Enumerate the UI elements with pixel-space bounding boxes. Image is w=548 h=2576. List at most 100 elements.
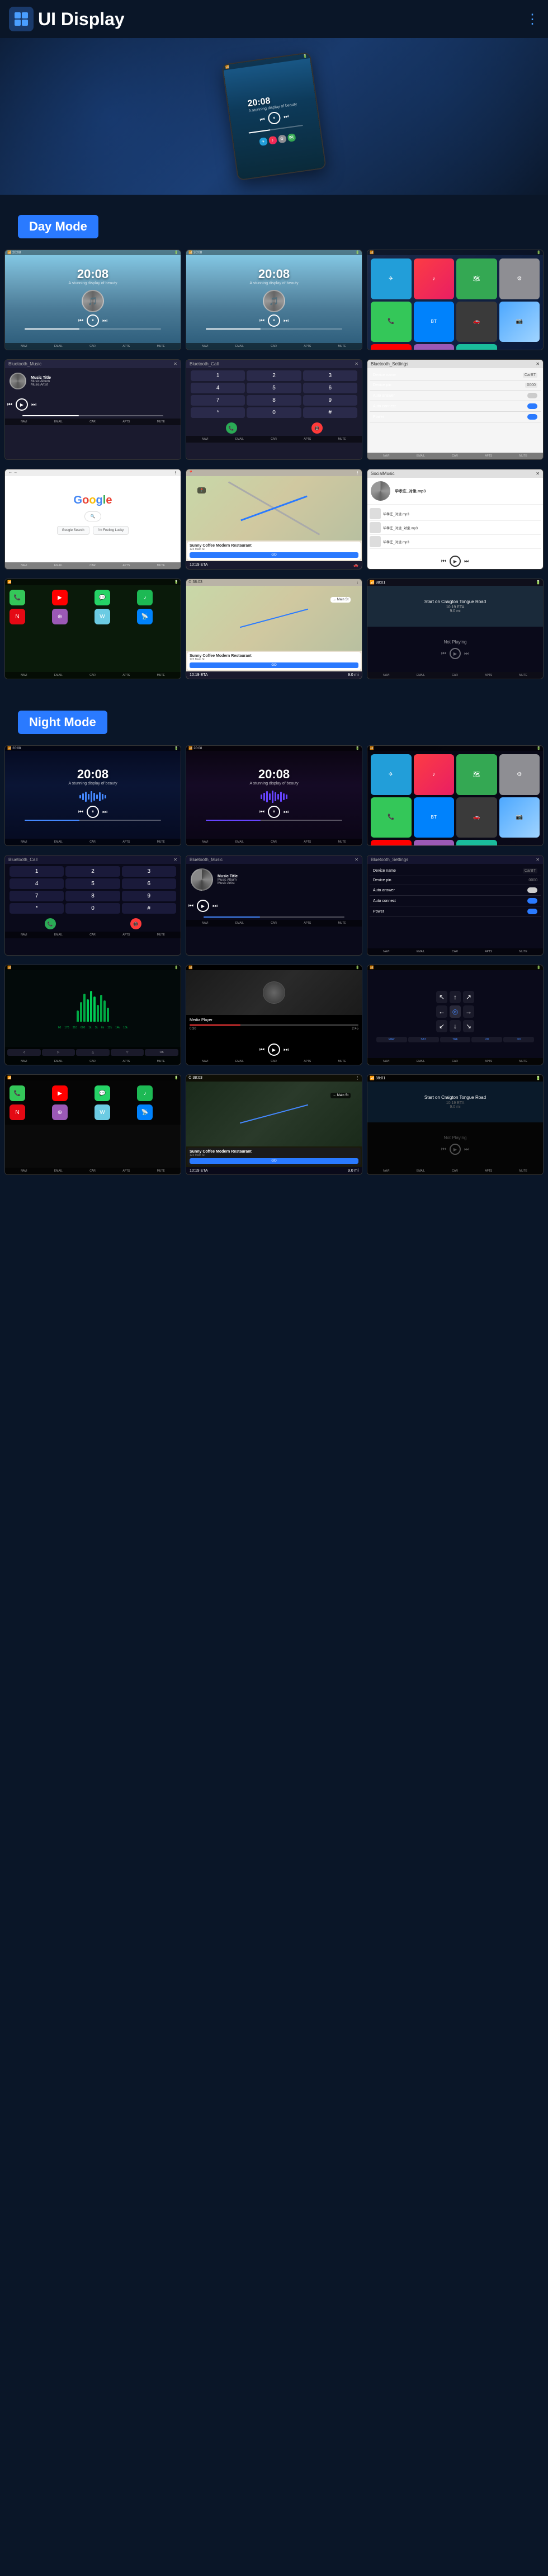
- night-np-prev[interactable]: ⏮: [441, 1146, 446, 1153]
- app-maps[interactable]: 🗺: [456, 258, 497, 299]
- cp-netflix[interactable]: N: [10, 609, 25, 624]
- nav-fn-4[interactable]: 2D: [471, 1037, 502, 1042]
- night-play-1[interactable]: ⏸: [87, 806, 99, 818]
- night-num-8[interactable]: 8: [65, 891, 120, 901]
- device-pin-value[interactable]: 0000: [525, 383, 537, 388]
- night-num-1[interactable]: 1: [10, 866, 64, 877]
- cp-phone[interactable]: 📞: [10, 590, 25, 605]
- night-call-answer[interactable]: 📞: [45, 918, 56, 929]
- app-music[interactable]: ♪: [414, 258, 455, 299]
- np-next[interactable]: ⏭: [464, 651, 469, 657]
- nav-arrow-upleft[interactable]: ↖: [436, 991, 447, 1003]
- cpnav-go[interactable]: GO: [190, 662, 358, 668]
- app-telegram[interactable]: ✈: [371, 258, 412, 299]
- night-cpnav-go[interactable]: GO: [190, 1158, 358, 1164]
- prev-btn-1[interactable]: ⏮: [78, 318, 83, 324]
- night-next-2[interactable]: ⏭: [284, 809, 289, 815]
- night-num-6[interactable]: 6: [122, 878, 176, 889]
- night-cp-whatsapp[interactable]: 💬: [95, 1085, 110, 1101]
- num-2[interactable]: 2: [247, 370, 301, 381]
- night-cp-waze[interactable]: W: [95, 1104, 110, 1120]
- play-btn-2[interactable]: ⏸: [268, 314, 280, 327]
- night-device-pin-value[interactable]: 0000: [528, 878, 537, 882]
- nav-arrow-left[interactable]: ←: [436, 1005, 447, 1018]
- num-4[interactable]: 4: [191, 383, 245, 393]
- eq-nav-5[interactable]: OK: [145, 1049, 178, 1056]
- social-track-2[interactable]: 华孝庄_对坐_对坐.mp3: [370, 521, 541, 535]
- cp-youtube[interactable]: ▶: [52, 590, 68, 605]
- night-cp-phone[interactable]: 📞: [10, 1085, 25, 1101]
- night-cp-spotify[interactable]: ♪: [137, 1085, 153, 1101]
- cp-waze[interactable]: W: [95, 609, 110, 624]
- night-np-next[interactable]: ⏭: [464, 1146, 469, 1153]
- nav-arrow-downright[interactable]: ↘: [463, 1020, 474, 1032]
- night-cp-bt[interactable]: 📡: [137, 1104, 153, 1120]
- social-track-3[interactable]: 华孝庄_对坐.mp3: [370, 535, 541, 549]
- play-pause-button[interactable]: ⏸: [267, 111, 281, 125]
- num-1[interactable]: 1: [191, 370, 245, 381]
- app-carplay[interactable]: 🚗: [456, 302, 497, 342]
- night-num-star[interactable]: *: [10, 903, 64, 914]
- google-lucky-btn[interactable]: I'm Feeling Lucky: [93, 526, 129, 535]
- app-teal[interactable]: ☁: [456, 344, 497, 350]
- nav-fn-2[interactable]: SAT: [408, 1037, 439, 1042]
- night-power-toggle[interactable]: [527, 909, 537, 914]
- prev-btn-2[interactable]: ⏮: [259, 318, 264, 324]
- num-0[interactable]: 0: [247, 407, 301, 418]
- device-name-value[interactable]: CarBT: [523, 373, 537, 378]
- night-bt-play[interactable]: ▶: [197, 900, 209, 912]
- night-prev-2[interactable]: ⏮: [259, 809, 264, 815]
- night-num-hash[interactable]: #: [122, 903, 176, 914]
- night-app-orange[interactable]: ⊕: [499, 840, 540, 846]
- nav-arrow-up[interactable]: ↑: [450, 991, 461, 1003]
- app-phone[interactable]: 📞: [371, 302, 412, 342]
- night-cp-youtube[interactable]: ▶: [52, 1085, 68, 1101]
- video-next[interactable]: ⏭: [284, 1047, 289, 1053]
- night-auto-connect-toggle[interactable]: [527, 898, 537, 904]
- video-prev[interactable]: ⏮: [259, 1047, 264, 1053]
- night-app-maps[interactable]: 🗺: [456, 754, 497, 795]
- night-app-music[interactable]: ♪: [414, 754, 455, 795]
- eq-nav-2[interactable]: ▷: [42, 1049, 75, 1056]
- next-btn-2[interactable]: ⏭: [284, 318, 289, 324]
- app-bt[interactable]: BT: [414, 302, 455, 342]
- num-star[interactable]: *: [191, 407, 245, 418]
- social-prev[interactable]: ⏮: [441, 558, 446, 565]
- social-track-1[interactable]: 华孝庄_对坐.mp3: [370, 507, 541, 521]
- night-play-2[interactable]: ⏸: [268, 806, 280, 818]
- social-play[interactable]: ▶: [450, 556, 461, 567]
- night-app-bt[interactable]: BT: [414, 797, 455, 838]
- video-play[interactable]: ▶: [268, 1043, 280, 1056]
- nav-fn-5[interactable]: 3D: [503, 1037, 534, 1042]
- np-play[interactable]: ▶: [450, 648, 461, 659]
- night-num-0[interactable]: 0: [65, 903, 120, 914]
- night-next-1[interactable]: ⏭: [102, 809, 107, 815]
- night-auto-answer-toggle[interactable]: [527, 887, 537, 893]
- night-bt-next[interactable]: ⏭: [212, 903, 218, 909]
- night-np-play[interactable]: ▶: [450, 1144, 461, 1155]
- cp-spotify[interactable]: ♪: [137, 590, 153, 605]
- night-app-carplay[interactable]: 🚗: [456, 797, 497, 838]
- night-num-3[interactable]: 3: [122, 866, 176, 877]
- num-9[interactable]: 9: [303, 395, 357, 406]
- nav-arrow-downleft[interactable]: ↙: [436, 1020, 447, 1032]
- auto-answer-toggle[interactable]: [527, 393, 537, 398]
- night-num-9[interactable]: 9: [122, 891, 176, 901]
- night-app-purple[interactable]: ★: [414, 840, 455, 846]
- eq-nav-3[interactable]: △: [76, 1049, 110, 1056]
- night-app-camera[interactable]: 📷: [499, 797, 540, 838]
- num-5[interactable]: 5: [247, 383, 301, 393]
- cp-bt[interactable]: 📡: [137, 609, 153, 624]
- night-num-5[interactable]: 5: [65, 878, 120, 889]
- num-hash[interactable]: #: [303, 407, 357, 418]
- search-bar[interactable]: 🔍: [84, 511, 102, 521]
- num-8[interactable]: 8: [247, 395, 301, 406]
- night-num-7[interactable]: 7: [10, 891, 64, 901]
- night-device-name-value[interactable]: CarBT: [523, 868, 537, 873]
- night-num-4[interactable]: 4: [10, 878, 64, 889]
- app-orange[interactable]: ⊕: [499, 344, 540, 350]
- next-btn-1[interactable]: ⏭: [102, 318, 107, 324]
- nav-arrow-upright[interactable]: ↗: [463, 991, 474, 1003]
- call-end[interactable]: 📵: [311, 422, 323, 434]
- app-settings[interactable]: ⚙: [499, 258, 540, 299]
